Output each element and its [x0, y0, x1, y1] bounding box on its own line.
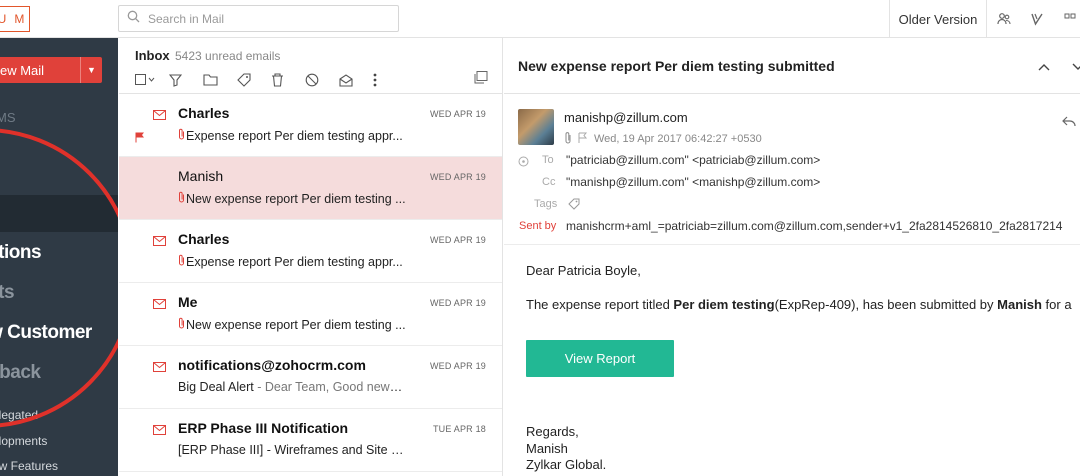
unread-envelope-icon — [153, 422, 166, 440]
search-icon — [127, 10, 140, 28]
mail-sender: Me — [178, 294, 198, 310]
new-mail-button[interactable]: ew Mail ▼ — [0, 57, 102, 83]
folder-icon[interactable] — [203, 71, 237, 89]
unread-envelope-icon — [153, 359, 166, 377]
mail-date: WED APR 19 — [429, 172, 486, 182]
mail-row[interactable]: Charles WED APR 19 Expense report Per diem… — [119, 94, 502, 157]
unread-envelope-icon — [153, 107, 166, 125]
mail-subject: Big Deal Alert - Dear Team, Good news ..… — [178, 380, 408, 394]
mail-sender: Charles — [178, 105, 230, 121]
mail-subject: New expense report Per diem testing ... — [178, 317, 408, 332]
attachment-icon — [178, 254, 185, 269]
attachment-icon — [178, 317, 185, 332]
mail-sender: notifications@zohocrm.com — [178, 357, 366, 373]
reading-pane: New expense report Per diem testing subm… — [504, 38, 1080, 476]
cc-label: Cc — [542, 176, 556, 188]
mail-sender: Charles — [178, 231, 230, 247]
contacts-icon[interactable] — [987, 12, 1020, 26]
mail-date: WED APR 19 — [429, 235, 486, 245]
signature-name: Manish — [526, 441, 568, 456]
attachment-icon[interactable] — [564, 131, 572, 147]
divider — [504, 244, 1080, 245]
tag-icon[interactable] — [237, 71, 271, 89]
regards: Regards, — [526, 424, 579, 439]
signature-company: Zylkar Global. — [526, 457, 607, 472]
tags-label: Tags — [534, 198, 558, 210]
top-bar: U M Older Version — [0, 0, 1080, 38]
mail-row[interactable]: Manish WED APR 19 New expense report Per d… — [119, 157, 502, 220]
unread-envelope-icon — [153, 233, 166, 251]
mail-row[interactable]: ERP Phase III Notification TUE APR 18 [ERP… — [119, 409, 502, 472]
sidebar: ew Mail ▼ MS cations ects ew Customer ed… — [0, 38, 118, 476]
attachment-icon — [178, 191, 185, 206]
select-all-checkbox[interactable] — [135, 71, 169, 89]
view-report-button[interactable]: View Report — [526, 340, 674, 377]
to-label: To — [542, 154, 554, 166]
reading-pane-header: New expense report Per diem testing subm… — [504, 38, 1080, 94]
checkmark-icon[interactable] — [1020, 12, 1053, 26]
older-version-link[interactable]: Older Version — [889, 0, 987, 38]
mail-subject: [ERP Phase III] - Wireframes and Site E.… — [178, 443, 408, 457]
flag-icon[interactable] — [578, 132, 588, 147]
attachment-icon — [178, 128, 185, 143]
mail-date: WED APR 19 — [429, 298, 486, 308]
mark-read-icon[interactable] — [339, 71, 373, 89]
cc-value[interactable]: "manishp@zillum.com" <manishp@zillum.com… — [566, 175, 820, 189]
sent-by-label: Sent by — [519, 220, 557, 232]
list-toolbar — [135, 71, 407, 89]
to-value[interactable]: "patriciab@zillum.com" <patriciab@zillum… — [566, 153, 820, 167]
app-logo[interactable]: U M — [0, 6, 30, 32]
email-date: Wed, 19 Apr 2017 06:42:27 +0530 — [594, 133, 762, 145]
spam-icon[interactable] — [305, 71, 339, 89]
mail-subject: Expense report Per diem testing appr... — [178, 128, 408, 143]
mail-row[interactable]: Charles WED APR 19 Expense report Per diem… — [119, 220, 502, 283]
mail-date: WED APR 19 — [429, 109, 486, 119]
flag-icon[interactable] — [135, 130, 145, 148]
mail-row[interactable]: notifications@zohocrm.com WED APR 19 Big D… — [119, 346, 502, 409]
highlight-circle — [0, 128, 118, 428]
folder-title: Inbox — [135, 48, 170, 63]
search-input[interactable] — [148, 11, 378, 26]
more-options-icon[interactable] — [373, 71, 407, 89]
mail-subject: Expense report Per diem testing appr... — [178, 254, 408, 269]
logo-letter: U — [0, 12, 9, 26]
mail-subject: New expense report Per diem testing ... — [178, 191, 408, 206]
unread-envelope-icon — [153, 296, 166, 314]
chevron-up-icon[interactable] — [1038, 58, 1050, 76]
mail-date: WED APR 19 — [429, 361, 486, 371]
chevron-down-icon[interactable]: ▼ — [80, 57, 102, 83]
filter-icon[interactable] — [169, 71, 203, 89]
sidebar-item-developments[interactable]: elopments — [0, 434, 47, 448]
mail-date: TUE APR 18 — [432, 424, 486, 434]
mail-list: Inbox 5423 unread emails Charles WED APR… — [119, 38, 503, 476]
tag-icon[interactable] — [568, 197, 580, 215]
view-toggle-icon[interactable] — [474, 71, 488, 89]
reply-icon[interactable] — [1062, 114, 1076, 132]
mail-list-header: Inbox 5423 unread emails — [119, 38, 502, 94]
chevron-down-icon[interactable] — [1072, 58, 1080, 76]
body-paragraph: The expense report titled Per diem testi… — [526, 297, 1072, 312]
logo-letter: M — [14, 12, 27, 26]
apps-icon[interactable] — [1053, 12, 1080, 26]
mail-row[interactable]: Me WED APR 19 New expense report Per diem … — [119, 283, 502, 346]
trash-icon[interactable] — [271, 71, 305, 89]
email-subject: New expense report Per diem testing subm… — [518, 58, 835, 74]
new-mail-label: ew Mail — [0, 62, 45, 78]
mail-sender: ERP Phase III Notification — [178, 420, 349, 436]
mail-sender: Manish — [178, 168, 224, 184]
sidebar-item-faded[interactable]: MS — [0, 110, 16, 125]
unread-count: 5423 unread emails — [175, 49, 281, 63]
sidebar-item-new-features[interactable]: ew Features — [0, 459, 58, 473]
greeting: Dear Patricia Boyle, — [526, 263, 641, 278]
recipient-info-icon[interactable] — [518, 154, 529, 172]
sent-by-value: manishcrm+aml_=patriciab=zillum.com@zill… — [566, 219, 1063, 233]
avatar — [518, 109, 554, 145]
sender-email[interactable]: manishp@zillum.com — [564, 110, 688, 125]
search-box[interactable] — [118, 5, 399, 32]
